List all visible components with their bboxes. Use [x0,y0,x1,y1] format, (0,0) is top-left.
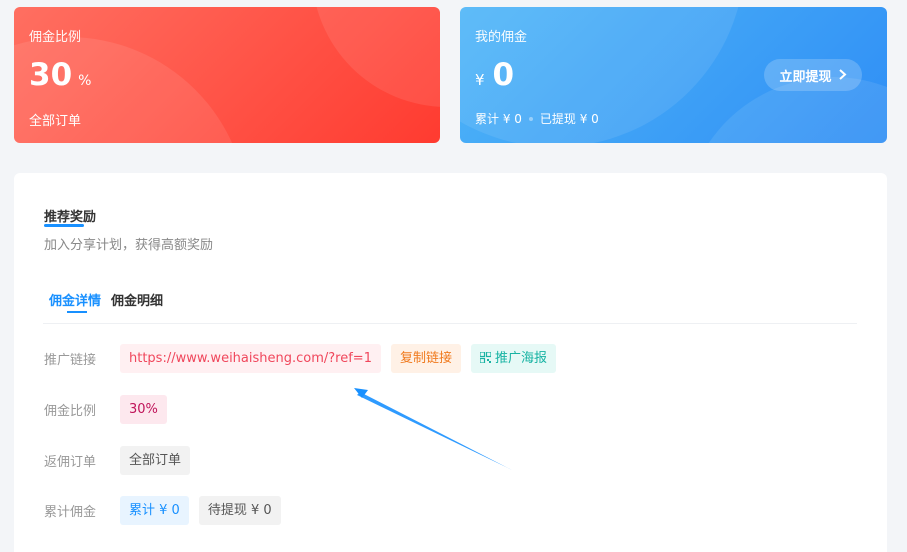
decor-circle [312,7,440,107]
rate-value-row: 30 % [29,57,91,93]
reward-panel: 推荐奖励 加入分享计划，获得高额奖励 佣金详情 佣金明细 推广链接 https:… [14,173,887,552]
chevron-right-icon [838,66,847,84]
commission-rate-value: 30% [120,395,167,424]
copy-link-button[interactable]: 复制链接 [390,344,461,373]
rebate-orders-value: 全部订单 [120,446,191,475]
rebate-orders-label: 返佣订单 [44,455,97,470]
currency-symbol: ¥ [475,71,485,89]
section-title: 推荐奖励 [44,210,97,225]
active-tab-indicator [67,311,87,313]
tab-label: 佣金明细 [111,294,164,309]
withdraw-button-label: 立即提现 [779,69,832,85]
qrcode-icon [480,352,491,363]
promo-poster-button[interactable]: 推广海报 [471,344,557,373]
accumulated-commission-row: 累计佣金 累计 ¥ 0 待提现 ¥ 0 [44,496,291,525]
tab-commission-details[interactable]: 佣金详情 [49,290,102,313]
rate-value: 30 [29,57,73,93]
commission-summary: 累计 ¥ 0 已提现 ¥ 0 [475,110,599,127]
commission-total: 累计 ¥ 0 [475,112,522,126]
commission-rate-row: 佣金比例 30% [44,395,177,424]
withdraw-button[interactable]: 立即提现 [764,59,862,91]
section-title-underline [44,224,84,227]
promo-poster-label: 推广海报 [495,351,548,366]
section-description: 加入分享计划，获得高额奖励 [44,238,214,253]
rate-card: 佣金比例 30 % 全部订单 [14,7,440,143]
commission-rate-label: 佣金比例 [44,404,97,419]
promo-link-label: 推广链接 [44,353,97,368]
commission-card-title: 我的佣金 [475,30,528,45]
tab-label: 佣金详情 [49,294,102,309]
rebate-orders-row: 返佣订单 全部订单 [44,446,200,475]
rate-card-title: 佣金比例 [29,30,82,45]
accumulated-commission-label: 累计佣金 [44,505,97,520]
separator-dot [528,116,533,121]
accumulated-total-tag: 累计 ¥ 0 [120,496,189,525]
tab-commission-records[interactable]: 佣金明细 [111,290,163,309]
tab-divider [43,323,857,324]
commission-card: 我的佣金 ¥ 0 累计 ¥ 0 已提现 ¥ 0 立即提现 [460,7,887,143]
promo-link-row: 推广链接 https://www.weihaisheng.com/?ref=1 … [44,344,566,373]
rate-unit: % [78,73,92,89]
pending-withdraw-tag: 待提现 ¥ 0 [198,496,281,525]
tab-bar: 佣金详情 佣金明细 [44,290,173,313]
commission-value: 0 [492,57,515,93]
promo-link-url[interactable]: https://www.weihaisheng.com/?ref=1 [120,344,381,373]
commission-value-row: ¥ 0 [475,57,514,93]
rate-card-subtitle: 全部订单 [29,114,82,129]
commission-withdrawn: 已提现 ¥ 0 [539,112,599,126]
